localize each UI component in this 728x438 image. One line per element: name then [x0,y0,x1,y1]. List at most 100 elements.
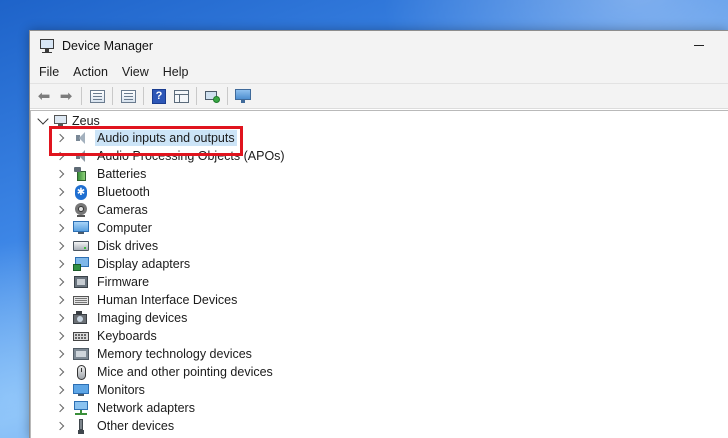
tree-item-monitors[interactable]: Monitors [53,381,287,399]
toolbar-separator [112,87,113,105]
display-adapter-icon [73,256,89,272]
tree-item-other-devices[interactable]: Other devices [53,417,287,435]
expand-chevron-icon[interactable] [55,151,65,161]
back-arrow-icon: ⬅ [37,87,51,105]
disk-drive-icon [73,238,89,254]
forward-button[interactable]: ➡ [56,86,76,106]
tree-item-memory-tech[interactable]: Memory technology devices [53,345,287,363]
computer-icon [73,220,89,236]
show-hidden-icon [173,89,189,103]
tree-item-keyboards[interactable]: Keyboards [53,327,287,345]
monitor-button[interactable] [233,86,253,106]
expand-chevron-icon[interactable] [55,277,65,287]
tree-item-label: Computer [97,221,152,235]
bluetooth-icon: ✱ [75,184,87,200]
forward-arrow-icon: ➡ [59,87,73,105]
properties-icon [89,89,105,103]
expand-chevron-icon[interactable] [55,295,65,305]
expand-chevron-icon[interactable] [55,205,65,215]
keyboard-icon [73,328,89,344]
back-button[interactable]: ⬅ [34,86,54,106]
tree-item-disk-drives[interactable]: Disk drives [53,237,287,255]
menu-action[interactable]: Action [66,61,115,83]
tree-item-label: Cameras [97,203,148,217]
tree-item-label: Display adapters [97,257,191,271]
battery-icon [73,166,89,182]
expand-chevron-icon[interactable] [55,241,65,251]
tree-item-batteries[interactable]: Batteries [53,165,287,183]
device-tree: Zeus Audio inputs and outputs Audio Proc… [30,110,728,438]
hid-icon [73,292,89,308]
tree-root-label: Zeus [72,114,100,128]
tree-item-label: Monitors [97,383,145,397]
expand-chevron-icon[interactable] [55,313,65,323]
tree-item-label: Memory technology devices [97,347,252,361]
menu-view[interactable]: View [115,61,156,83]
tree-item-computer[interactable]: Computer [53,219,287,237]
tree-item-label: Audio inputs and outputs [95,130,237,146]
tree-item-label: Keyboards [97,329,157,343]
properties-button[interactable] [87,86,107,106]
tree-item-network-adapters[interactable]: Network adapters [53,399,287,417]
toolbar: ⬅ ➡ ? [30,83,728,109]
expand-chevron-icon[interactable] [55,331,65,341]
tree-item-label: Disk drives [97,239,159,253]
firmware-icon [73,274,89,290]
toolbar-separator [81,87,82,105]
device-manager-app-icon [39,38,55,54]
tree-item-imaging-devices[interactable]: Imaging devices [53,309,287,327]
network-adapter-icon [73,400,89,416]
tree-item-mice[interactable]: Mice and other pointing devices [53,363,287,381]
expand-chevron-icon[interactable] [55,223,65,233]
tree-item-label: Other devices [97,419,175,433]
scan-hardware-icon [204,89,220,103]
menu-file[interactable]: File [32,61,66,83]
expand-chevron-icon[interactable] [55,421,65,431]
memory-icon [73,346,89,362]
update-driver-icon [120,89,136,103]
minimize-button[interactable] [694,45,704,46]
tree-item-label: Firmware [97,275,150,289]
expand-chevron-icon[interactable] [55,133,65,143]
tree-item-cameras[interactable]: Cameras [53,201,287,219]
help-icon: ? [152,88,166,104]
tree-item-hid[interactable]: Human Interface Devices [53,291,287,309]
apo-speaker-icon [73,148,89,164]
show-hidden-button[interactable] [171,86,191,106]
window-title: Device Manager [62,39,154,53]
help-button[interactable]: ? [149,86,169,106]
tree-item-apos[interactable]: Audio Processing Objects (APOs) [53,147,287,165]
other-devices-icon [73,418,89,434]
camera-icon [73,202,89,218]
imaging-device-icon [73,310,89,326]
expand-chevron-icon[interactable] [55,349,65,359]
tree-item-firmware[interactable]: Firmware [53,273,287,291]
title-bar: Device Manager [30,31,728,61]
expand-chevron-icon[interactable] [55,385,65,395]
tree-item-label: Audio Processing Objects (APOs) [97,149,285,163]
update-driver-button[interactable] [118,86,138,106]
expand-chevron-icon[interactable] [55,187,65,197]
collapse-chevron-icon[interactable] [37,112,49,125]
tree-item-display-adapters[interactable]: Display adapters [53,255,287,273]
expand-chevron-icon[interactable] [55,403,65,413]
tree-item-label: Mice and other pointing devices [97,365,273,379]
tree-item-bluetooth[interactable]: ✱ Bluetooth [53,183,287,201]
toolbar-separator [196,87,197,105]
tree-item-label: Batteries [97,167,147,181]
expand-chevron-icon[interactable] [55,169,65,179]
device-manager-window: Device Manager File Action View Help ⬅ ➡… [29,30,728,438]
toolbar-separator [143,87,144,105]
menu-help[interactable]: Help [156,61,196,83]
tree-root[interactable]: Zeus [37,112,287,129]
toolbar-separator [227,87,228,105]
scan-hardware-button[interactable] [202,86,222,106]
tree-item-label: Network adapters [97,401,195,415]
tree-item-audio-inputs[interactable]: Audio inputs and outputs [53,129,287,147]
expand-chevron-icon[interactable] [55,259,65,269]
menu-bar: File Action View Help [30,61,728,83]
tree-item-label: Imaging devices [97,311,188,325]
computer-root-icon [54,115,68,127]
speaker-icon [73,130,89,146]
expand-chevron-icon[interactable] [55,367,65,377]
